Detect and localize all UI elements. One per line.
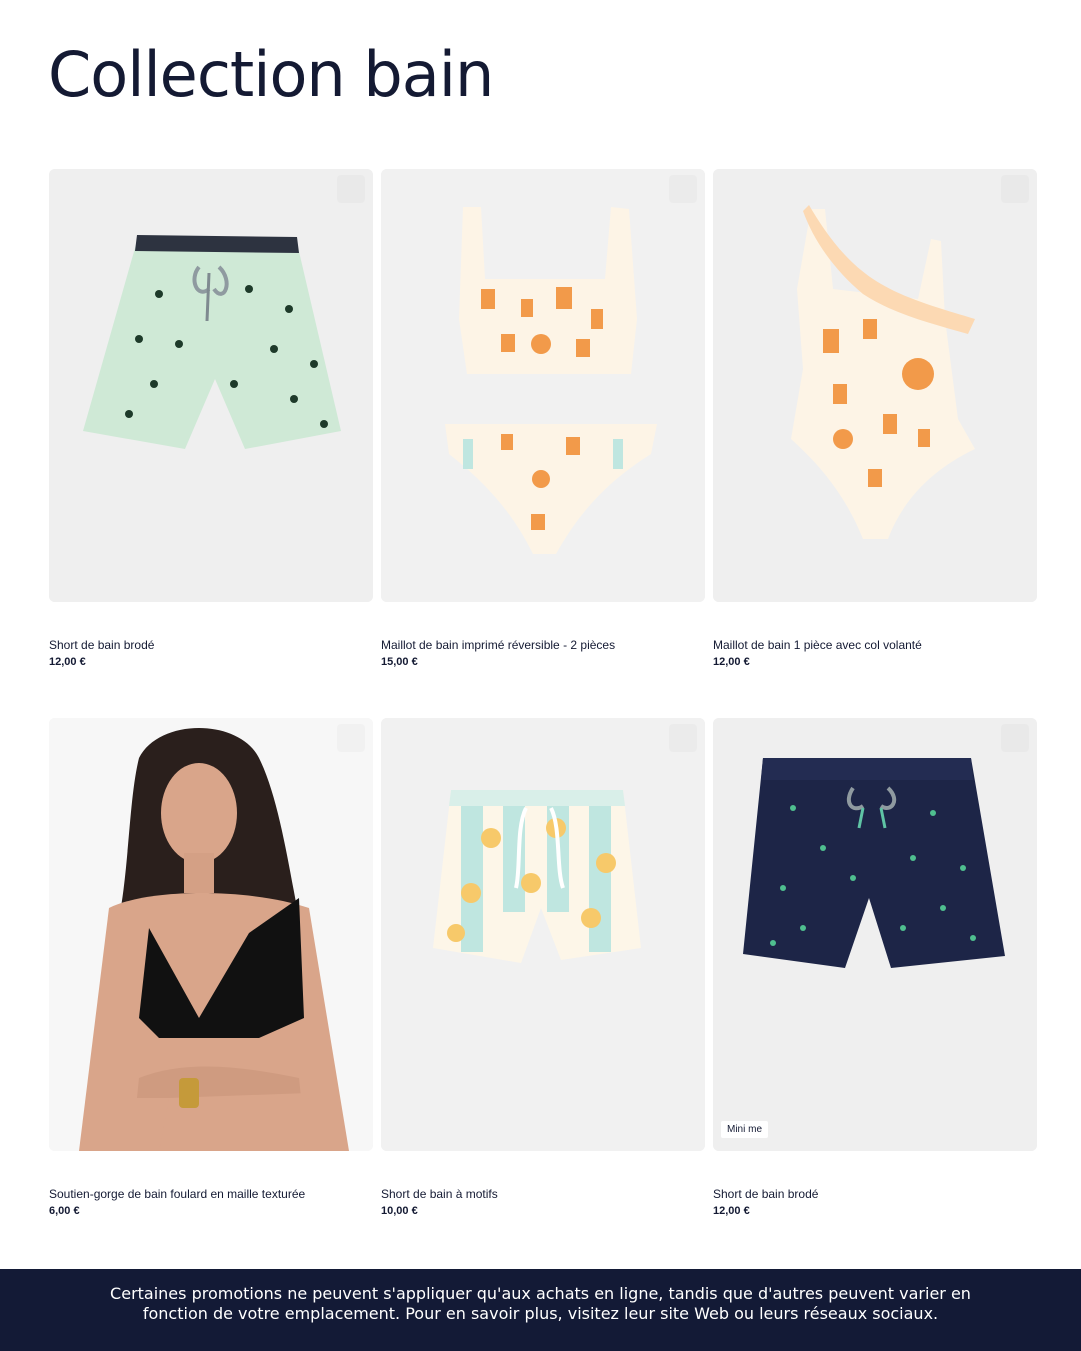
product-image-navy-swim-shorts[interactable]: Mini me [713,718,1037,1151]
printed-bikini-illustration [381,169,705,602]
product-name[interactable]: Short de bain brodé [713,1187,818,1201]
promo-disclaimer: Certaines promotions ne peuvent s'appliq… [110,1284,971,1323]
product-card[interactable]: Short de bain à motifs 10,00 € [381,718,705,1267]
product-image-striped-swim-shorts[interactable] [381,718,705,1151]
product-image-mint-swim-shorts[interactable] [49,169,373,602]
product-price: 15,00 € [381,656,418,668]
product-image-printed-bikini[interactable] [381,169,705,602]
favorite-icon[interactable] [337,175,365,203]
product-name[interactable]: Short de bain à motifs [381,1187,498,1201]
product-price: 12,00 € [49,656,86,668]
product-price: 10,00 € [381,1205,418,1217]
favorite-icon[interactable] [1001,724,1029,752]
striped-swim-shorts-illustration [381,718,705,1151]
product-price: 12,00 € [713,656,750,668]
favorite-icon[interactable] [1001,175,1029,203]
product-name[interactable]: Maillot de bain imprimé réversible - 2 p… [381,638,615,652]
page-title: Collection bain [48,38,494,111]
promo-footer: Certaines promotions ne peuvent s'appliq… [0,1269,1081,1351]
product-image-ruffle-one-piece[interactable] [713,169,1037,602]
product-card[interactable]: Maillot de bain imprimé réversible - 2 p… [381,169,705,718]
product-grid: Short de bain brodé 12,00 € Maillot de b… [49,169,1037,1267]
favorite-icon[interactable] [669,724,697,752]
favorite-icon[interactable] [337,724,365,752]
product-card[interactable]: Short de bain brodé 12,00 € [49,169,373,718]
product-name[interactable]: Soutien-gorge de bain foulard en maille … [49,1187,305,1201]
product-price: 12,00 € [713,1205,750,1217]
product-name[interactable]: Maillot de bain 1 pièce avec col volanté [713,638,922,652]
favorite-icon[interactable] [669,175,697,203]
product-name[interactable]: Short de bain brodé [49,638,154,652]
product-badge: Mini me [721,1121,769,1138]
product-card[interactable]: Maillot de bain 1 pièce avec col volanté… [713,169,1037,718]
ruffle-one-piece-illustration [713,169,1037,602]
navy-swim-shorts-illustration [713,718,1037,1151]
product-card[interactable]: Soutien-gorge de bain foulard en maille … [49,718,373,1267]
product-image-model-bikini-top[interactable] [49,718,373,1151]
mint-swim-shorts-illustration [49,169,373,602]
product-card[interactable]: Mini me Short de bain brodé 12,00 € [713,718,1037,1267]
model-bikini-illustration [49,718,373,1151]
product-price: 6,00 € [49,1205,80,1217]
